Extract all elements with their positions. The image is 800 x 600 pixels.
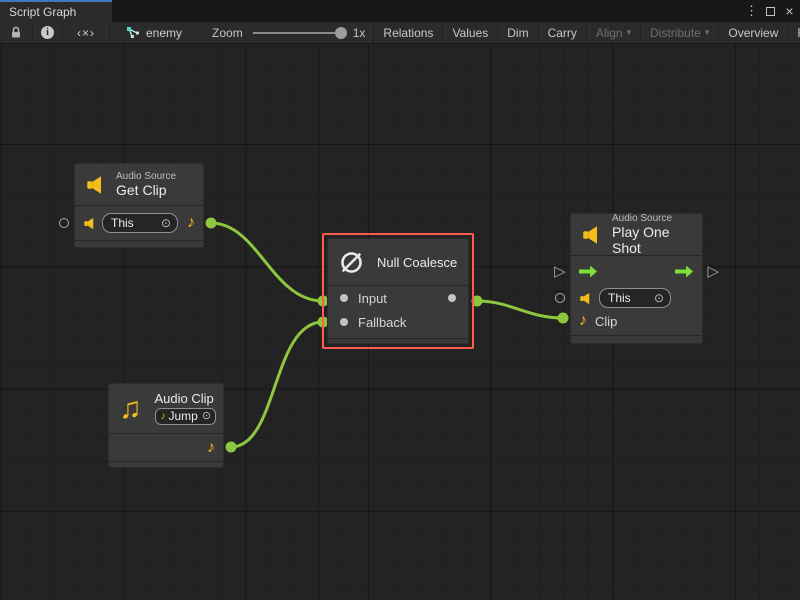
variable-field[interactable]: ♪ Jump ⊙ [155,408,217,425]
inspect-button[interactable]: i [33,22,63,43]
null-coalesce-icon [338,249,365,276]
node-null-coalesce[interactable]: Null Coalesce Input Fallback [327,238,469,344]
node-subtitle: Audio Source [116,171,176,183]
code-icon: ‹×› [77,26,95,40]
music-note-icon[interactable]: ♪ [579,313,587,329]
window-menu-icon[interactable]: ⋮ [743,1,760,21]
object-picker-icon[interactable]: ⊙ [202,411,211,422]
zoom-slider-handle[interactable] [335,27,347,39]
object-picker-icon[interactable]: ⊙ [654,292,664,304]
close-icon[interactable]: × [781,1,798,21]
target-input-port[interactable] [555,293,565,303]
fallback-port[interactable] [340,318,348,326]
chevron-down-icon: ▾ [627,27,632,38]
window-controls: ⋮ × [743,0,798,22]
lock-icon [10,26,22,39]
node-play-one-shot[interactable]: Audio Source Play One Shot ▷ ▷ [570,213,703,344]
info-icon: i [41,26,54,39]
wire-audioclip-to-fallback[interactable] [231,322,323,447]
music-notes-icon: ♫ [119,394,142,424]
flow-in-arrow-icon[interactable] [579,264,598,279]
script-graph-window: Script Graph ⋮ × i ‹×› [0,0,800,600]
graph-name: enemy [146,26,182,40]
full-screen-button[interactable]: Full Screen [788,22,800,43]
node-get-clip[interactable]: Audio Source Get Clip This ⊙ ♪ [74,163,204,248]
wire-output-to-clip[interactable] [477,301,563,318]
object-picker-icon[interactable]: ⊙ [161,217,171,229]
graph-icon [126,26,140,39]
toolbar-toggles: Relations Values Dim Carry Align ▾ Distr… [373,22,800,43]
flow-output-port[interactable]: ▷ [707,264,719,279]
flow-input-port[interactable]: ▷ [554,264,566,279]
input-port[interactable] [340,294,348,302]
align-dropdown[interactable]: Align ▾ [587,22,641,43]
node-title: Audio Clip [155,392,214,407]
relations-toggle[interactable]: Relations [374,22,443,43]
output-port[interactable] [448,294,456,302]
values-toggle[interactable]: Values [443,22,498,43]
lock-button[interactable] [0,22,33,43]
dim-toggle[interactable]: Dim [498,22,538,43]
node-subtitle: Audio Source [612,213,692,225]
audio-source-icon [579,292,593,305]
flow-out-arrow-icon[interactable] [675,264,694,279]
zoom-value: 1x [353,26,366,40]
tab-script-graph[interactable]: Script Graph [0,0,112,22]
music-note-icon[interactable]: ♪ [207,440,215,456]
target-input-port[interactable] [59,218,69,228]
node-title: Get Clip [116,182,176,198]
tab-title: Script Graph [9,5,76,19]
carry-toggle[interactable]: Carry [539,22,587,43]
music-note-icon[interactable]: ♪ [187,215,195,231]
graph-toolbar: i ‹×› enemy Zoom 1x Relations Values Dim… [0,22,800,44]
node-audio-clip-variable[interactable]: ♫ Audio Clip ♪ Jump ⊙ ♪ [108,383,224,468]
distribute-dropdown[interactable]: Distribute ▾ [641,22,719,43]
overview-button[interactable]: Overview [719,22,788,43]
node-title: Play One Shot [612,224,692,256]
maximize-icon[interactable] [762,1,779,21]
zoom-slider[interactable] [253,32,345,34]
music-note-icon: ♪ [161,412,166,422]
tab-bar: Script Graph ⋮ × [0,0,800,22]
audio-source-icon [85,175,107,195]
target-field[interactable]: This ⊙ [102,213,178,233]
node-title: Null Coalesce [377,255,457,270]
zoom-label: Zoom [212,26,243,40]
code-preview-button[interactable]: ‹×› [63,22,110,43]
graph-canvas[interactable]: Audio Source Get Clip This ⊙ ♪ [0,44,800,600]
graph-breadcrumb[interactable]: enemy Zoom 1x [110,22,373,43]
wire-getclip-to-input[interactable] [211,223,323,301]
chevron-down-icon: ▾ [705,27,710,38]
target-field[interactable]: This ⊙ [599,288,671,308]
audio-source-icon [83,217,97,230]
audio-source-icon [581,225,603,245]
